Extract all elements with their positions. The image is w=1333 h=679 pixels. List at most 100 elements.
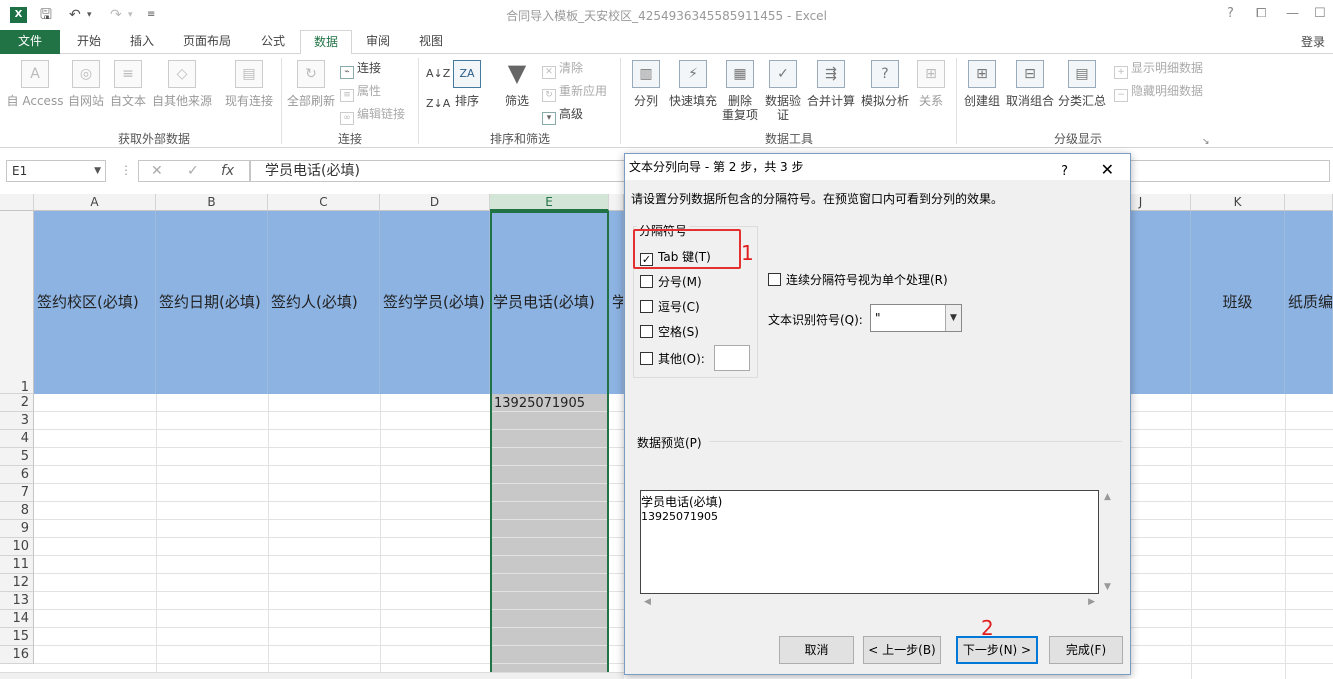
back-button[interactable]: < 上一步(B) [863,636,941,664]
tab-file[interactable]: 文件 [0,30,60,54]
dialog-close-icon[interactable]: ✕ [1101,157,1114,183]
preview-vertical-scrollbar[interactable]: ▲ ▼ [1099,490,1116,594]
column-header-l[interactable]: L [1285,194,1333,211]
connections-button[interactable]: ⌁ 连接 [340,60,381,79]
consecutive-delimiters-checkbox[interactable]: 连续分隔符号视为单个处理(R) [768,273,948,287]
properties-button[interactable]: ≡ 属性 [340,83,381,102]
login-link[interactable]: 登录 [1301,33,1325,50]
existing-connections-button[interactable]: ▤ 现有连接 [222,60,276,108]
scroll-left-icon[interactable]: ◀ [644,597,651,607]
clear-filter-button[interactable]: ✕ 清除 [542,60,583,79]
dialog-help-icon[interactable]: ? [1061,159,1068,185]
space-checkbox[interactable]: 空格(S) [640,325,699,339]
column-header-k[interactable]: K [1191,194,1285,211]
scroll-down-icon[interactable]: ▼ [1099,582,1116,592]
refresh-all-button[interactable]: ↻ 全部刷新 [286,60,336,108]
column-header-c[interactable]: C [268,194,380,211]
edit-links-button[interactable]: ∞ 编辑链接 [340,106,405,125]
finish-button[interactable]: 完成(F) [1049,636,1123,664]
insert-function-icon[interactable]: fx [221,161,234,181]
text-qualifier-select[interactable]: " ▼ [870,304,962,332]
row-header-15[interactable]: 15 [0,628,34,646]
row-header-4[interactable]: 4 [0,430,34,448]
cell-j1[interactable] [1131,211,1191,394]
row-header-2[interactable]: 2 [0,394,34,412]
sort-descending-icon[interactable]: Z↓A [426,96,450,112]
cell-l1[interactable]: 纸质编 [1285,211,1333,394]
row-header-3[interactable]: 3 [0,412,34,430]
formula-bar-resize-icon[interactable]: ⋮ [120,163,132,177]
from-access-button[interactable]: A自 Access [6,60,64,108]
cell-k1[interactable]: 班级 [1191,211,1285,394]
row-header-6[interactable]: 6 [0,466,34,484]
column-header-a[interactable]: A [34,194,156,211]
tab-formulas[interactable]: 公式 [246,30,300,54]
chevron-down-icon[interactable]: ▼ [945,305,961,331]
from-web-button[interactable]: ◎ 自网站 [66,60,106,108]
other-delimiter-input[interactable] [714,345,750,371]
text-to-columns-button[interactable]: ▥ 分列 [628,60,664,108]
cell-f1[interactable]: 学 [609,211,624,394]
row-header-16[interactable]: 16 [0,646,34,664]
preview-horizontal-scrollbar[interactable]: ◀ ▶ [640,594,1099,611]
row-header-5[interactable]: 5 [0,448,34,466]
relationships-button[interactable]: ⊞ 关系 [914,60,948,108]
cell-c1[interactable]: 签约人(必填) [268,211,380,394]
hide-detail-button[interactable]: − 隐藏明细数据 [1114,83,1203,102]
semicolon-checkbox[interactable]: 分号(M) [640,275,702,289]
minimize-icon[interactable]: — [1286,6,1299,22]
reapply-button[interactable]: ↻ 重新应用 [542,83,607,102]
tab-insert[interactable]: 插入 [116,30,168,54]
scroll-right-icon[interactable]: ▶ [1088,597,1095,607]
other-checkbox[interactable]: 其他(O): [640,352,705,366]
ungroup-button[interactable]: ⊟ 取消组合 [1004,60,1056,108]
what-if-button[interactable]: ? 模拟分析 [858,60,912,108]
row-header-9[interactable]: 9 [0,520,34,538]
filter-button[interactable]: ▼ 筛选 [500,60,534,108]
show-detail-button[interactable]: + 显示明细数据 [1114,60,1203,79]
select-all-corner[interactable] [0,194,34,211]
tab-review[interactable]: 审阅 [352,30,404,54]
row-header-8[interactable]: 8 [0,502,34,520]
row-header-12[interactable]: 12 [0,574,34,592]
cancel-button[interactable]: 取消 [779,636,854,664]
tab-home[interactable]: 开始 [62,30,116,54]
flash-fill-button[interactable]: ⚡ 快速填充 [666,60,720,108]
sort-ascending-icon[interactable]: A↓Z [426,66,450,82]
column-header-f[interactable] [609,194,624,211]
cell-b1[interactable]: 签约日期(必填) [156,211,268,394]
cancel-edit-icon[interactable]: ✕ [151,161,163,181]
scroll-up-icon[interactable]: ▲ [1099,490,1116,502]
confirm-edit-icon[interactable]: ✓ [187,161,199,181]
data-preview-box[interactable]: 学员电话(必填) 13925071905 [640,490,1099,594]
sort-button[interactable]: ZA 排序 [450,60,484,108]
subtotal-button[interactable]: ▤ 分类汇总 [1056,60,1108,108]
remove-duplicates-button[interactable]: ▦ 删除 重复项 [720,60,760,122]
column-header-d[interactable]: D [380,194,490,211]
row-header-7[interactable]: 7 [0,484,34,502]
row-header-14[interactable]: 14 [0,610,34,628]
tab-data[interactable]: 数据 [300,30,352,55]
name-box-dropdown-icon[interactable]: ▼ [94,161,101,181]
ribbon-display-icon[interactable]: ⧠ [1256,6,1266,22]
column-header-b[interactable]: B [156,194,268,211]
tab-view[interactable]: 视图 [404,30,458,54]
column-header-j[interactable]: J [1131,194,1191,211]
from-text-button[interactable]: ≡ 自文本 [108,60,148,108]
maximize-icon[interactable]: ☐ [1314,6,1326,22]
help-icon[interactable]: ? [1227,6,1234,22]
column-header-e[interactable]: E [490,194,609,211]
consolidate-button[interactable]: ⇶ 合并计算 [804,60,858,108]
next-button[interactable]: 下一步(N) > [956,636,1038,664]
cell-a1[interactable]: 签约校区(必填) [34,211,156,394]
from-other-sources-button[interactable]: ◇ 自其他来源 [150,60,214,108]
row-header-13[interactable]: 13 [0,592,34,610]
comma-checkbox[interactable]: 逗号(C) [640,300,700,314]
group-button[interactable]: ⊞ 创建组 [962,60,1002,108]
row-header-1[interactable]: 1 [0,211,34,394]
tab-page-layout[interactable]: 页面布局 [168,30,246,54]
name-box[interactable]: E1 ▼ [6,160,106,182]
advanced-filter-button[interactable]: ▾ 高级 [542,106,583,125]
cell-d1[interactable]: 签约学员(必填) [380,211,490,394]
data-validation-button[interactable]: ✓ 数据验证 [762,60,804,122]
